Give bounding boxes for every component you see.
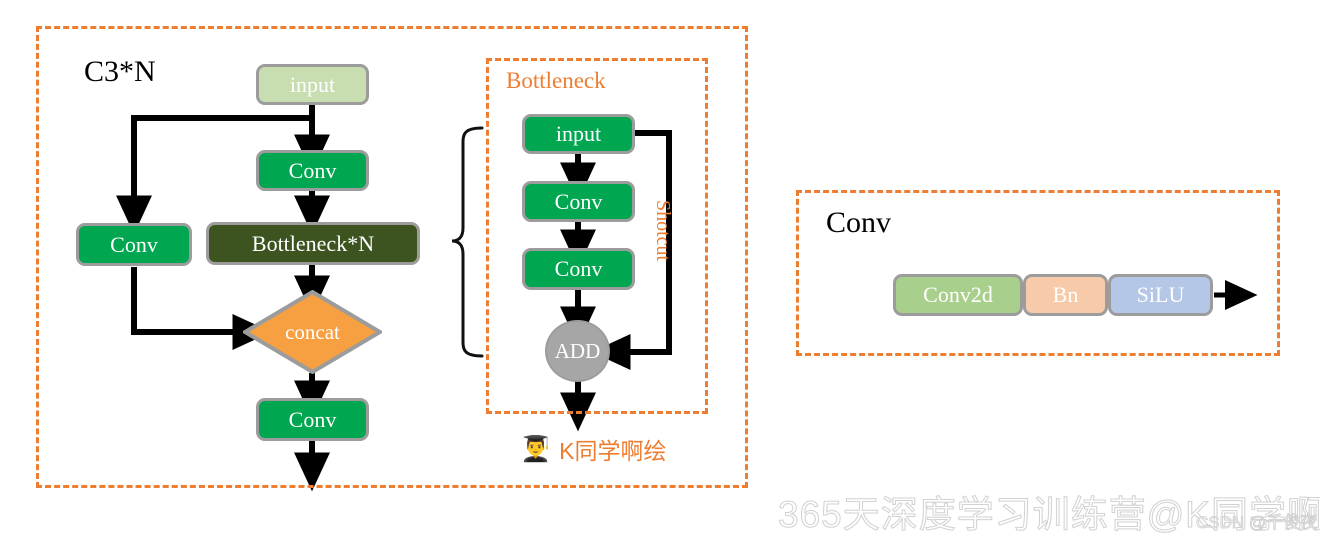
bottleneck-conv1-node[interactable]: Conv	[522, 181, 635, 222]
c3n-concat-node[interactable]: concat	[243, 290, 382, 374]
c3n-conv-top-node[interactable]: Conv	[256, 150, 369, 191]
c3n-conv-bottom-node[interactable]: Conv	[256, 398, 369, 441]
c3n-input-node[interactable]: input	[256, 64, 369, 105]
concat-label: concat	[285, 319, 340, 344]
graduate-icon: 👨‍🎓	[520, 435, 552, 463]
author-signature-text: K同学啊绘	[559, 438, 667, 464]
bottleneck-panel-title: Bottleneck	[506, 68, 606, 93]
conv-silu-node[interactable]: SiLU	[1108, 274, 1213, 316]
shotcut-label: Shotcut	[652, 200, 674, 262]
conv-conv2d-node[interactable]: Conv2d	[893, 274, 1023, 316]
conv-bn-node[interactable]: Bn	[1023, 274, 1108, 316]
bottleneck-conv2-node[interactable]: Conv	[522, 248, 635, 290]
c3n-conv-left-node[interactable]: Conv	[76, 223, 192, 266]
c3n-bottleneck-n-node[interactable]: Bottleneck*N	[206, 222, 420, 265]
author-signature: 👨‍🎓 K同学啊绘	[520, 432, 666, 466]
bottleneck-add-node[interactable]: ADD	[545, 320, 610, 382]
c3n-panel-title: C3*N	[84, 55, 156, 88]
conv-panel-title: Conv	[826, 206, 892, 239]
watermark-csdn-text: CSDN @千俊夜	[1196, 513, 1318, 533]
bottleneck-input-node[interactable]: input	[522, 114, 635, 154]
